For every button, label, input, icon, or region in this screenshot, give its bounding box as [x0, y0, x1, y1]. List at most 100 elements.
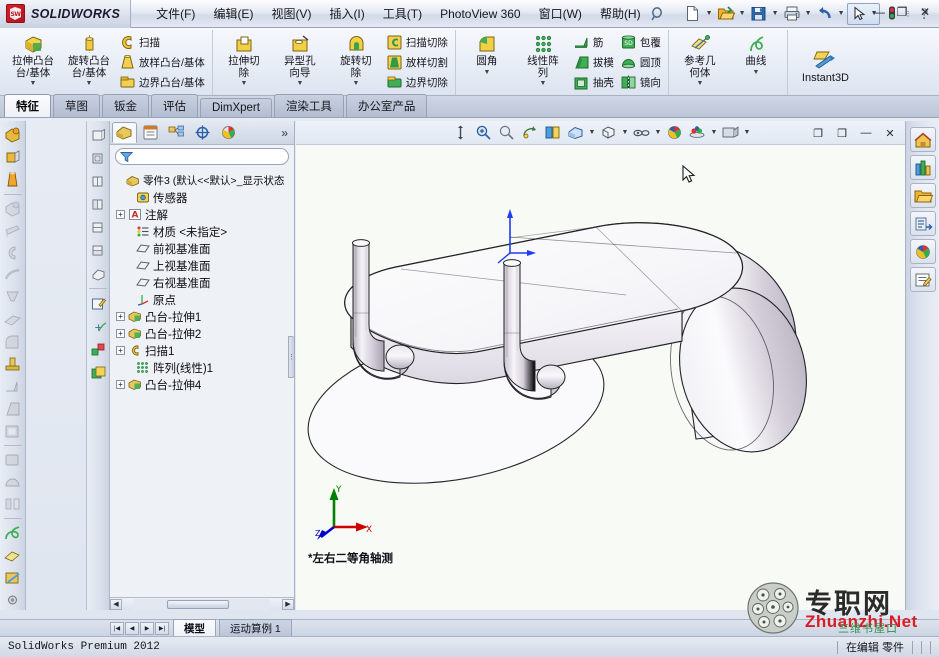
- reference-geometry-dropdown[interactable]: ▼: [696, 80, 703, 87]
- curves-dropdown[interactable]: ▼: [752, 69, 759, 76]
- mirror[interactable]: 镜向: [618, 72, 665, 92]
- extruded-cut-dropdown[interactable]: ▼: [240, 80, 247, 87]
- graphics-viewport[interactable]: ▼ ▼ ▼ ▼ ▼ ❐ ❒ — ✕ Y X Z *左右二等角轴测: [296, 121, 905, 610]
- swept-boss-base[interactable]: 扫描: [117, 32, 209, 52]
- menu-view[interactable]: 视图(V): [262, 1, 320, 26]
- tree-item-right-plane[interactable]: 右视基准面: [114, 274, 294, 291]
- new-document-icon[interactable]: [682, 3, 704, 25]
- side-dome-icon[interactable]: [2, 472, 24, 492]
- panel-resize-grip[interactable]: ⋮: [288, 336, 295, 378]
- fillet-dropdown[interactable]: ▼: [483, 69, 490, 76]
- tab-render-tools[interactable]: 渲染工具: [273, 94, 344, 117]
- select-arrow-icon[interactable]: [848, 3, 870, 25]
- revolved-cut[interactable]: 旋转切 除 ▼: [328, 30, 384, 87]
- revolved-boss-base[interactable]: 旋转凸台 台/基体 ▼: [61, 30, 117, 87]
- sketch-plane-icon[interactable]: [87, 362, 109, 383]
- lofted-cut[interactable]: 放样切割: [384, 52, 452, 72]
- minimize-doc-icon[interactable]: —: [855, 123, 877, 143]
- shell[interactable]: 抽壳: [571, 72, 618, 92]
- tab-office-products[interactable]: 办公室产品: [345, 94, 428, 117]
- tab-display-manager[interactable]: [216, 122, 241, 143]
- instant3d[interactable]: Instant3D: [802, 43, 849, 84]
- nav-next[interactable]: ▶: [140, 621, 154, 635]
- task-pane-file-explorer[interactable]: [909, 183, 936, 208]
- tree-item-sensors[interactable]: 传感器: [114, 189, 294, 206]
- section-view-icon[interactable]: [542, 123, 564, 143]
- new-document-dropdown[interactable]: ▼: [705, 10, 714, 17]
- hole-wizard-dropdown[interactable]: ▼: [296, 80, 303, 87]
- menu-edit[interactable]: 编辑(E): [204, 1, 262, 26]
- 3d-sketch-icon[interactable]: [87, 339, 109, 360]
- tree-item-origin[interactable]: 原点: [114, 291, 294, 308]
- extruded-cut[interactable]: 拉伸切 除 ▼: [216, 30, 272, 87]
- hscroll-track[interactable]: [134, 598, 270, 610]
- view-bottom-icon[interactable]: [87, 240, 109, 261]
- bottom-tab-model[interactable]: 模型: [173, 619, 216, 637]
- tree-item-material[interactable]: 材质 <未指定>: [114, 223, 294, 240]
- scene-icon[interactable]: [687, 123, 709, 143]
- tree-expand-sweep1[interactable]: +: [116, 346, 125, 355]
- nav-prev[interactable]: ◀: [125, 621, 139, 635]
- tab-configuration-manager[interactable]: [164, 122, 189, 143]
- menu-tools[interactable]: 工具(T): [374, 1, 431, 26]
- hscroll-thumb[interactable]: [166, 599, 230, 609]
- side-reference-icon[interactable]: [2, 546, 24, 566]
- scene-dropdown[interactable]: ▼: [710, 129, 719, 136]
- undo-dropdown[interactable]: ▼: [837, 10, 846, 17]
- tree-item-boss-extrude4[interactable]: + 凸台-拉伸4: [114, 376, 294, 393]
- appearance-icon[interactable]: [664, 123, 686, 143]
- view-orientation-icon[interactable]: [565, 123, 587, 143]
- task-pane-appearances[interactable]: [909, 239, 936, 264]
- tab-evaluate[interactable]: 评估: [151, 94, 198, 117]
- view-settings-dropdown[interactable]: ▼: [743, 129, 752, 136]
- revolved-boss-dropdown[interactable]: ▼: [86, 80, 93, 87]
- tree-item-part3[interactable]: 零件3 (默认<<默认>_显示状态: [114, 172, 294, 189]
- task-pane-custom[interactable]: [909, 267, 936, 292]
- extruded-boss-base[interactable]: 拉伸凸台 台/基体 ▼: [5, 30, 61, 87]
- tab-feature-tree[interactable]: [112, 122, 137, 143]
- view-settings-icon[interactable]: [720, 123, 742, 143]
- tree-item-sweep1[interactable]: + 扫描1: [114, 342, 294, 359]
- side-settings-icon[interactable]: [2, 590, 24, 610]
- sketch-edit-icon[interactable]: [87, 293, 109, 314]
- boundary-boss-base[interactable]: 边界凸台/基体: [117, 72, 209, 92]
- tree-item-top-plane[interactable]: 上视基准面: [114, 257, 294, 274]
- menu-file[interactable]: 文件(F): [147, 1, 204, 26]
- side-curve-icon[interactable]: [2, 523, 24, 543]
- view-top-icon[interactable]: [87, 217, 109, 238]
- tree-item-front-plane[interactable]: 前视基准面: [114, 240, 294, 257]
- menu-help[interactable]: 帮助(H): [591, 1, 650, 26]
- rib[interactable]: 筋: [571, 32, 618, 52]
- side-sweep-boss-icon[interactable]: [2, 169, 24, 189]
- open-document-icon[interactable]: [715, 3, 737, 25]
- menu-photoview[interactable]: PhotoView 360: [431, 3, 530, 25]
- close-doc-icon[interactable]: ✕: [879, 123, 901, 143]
- hscroll-left-arrow[interactable]: ◀: [110, 598, 122, 610]
- tile-doc-icon[interactable]: ❒: [831, 123, 853, 143]
- side-hole-wizard-icon[interactable]: [2, 221, 24, 241]
- feature-tree-hscrollbar[interactable]: ◀ ▶: [110, 597, 294, 610]
- print-document-icon[interactable]: [781, 3, 803, 25]
- side-sweep-cut-icon[interactable]: [2, 265, 24, 285]
- bottom-tab-motion-study[interactable]: 运动算例 1: [219, 619, 292, 637]
- view-isometric-icon[interactable]: [87, 263, 109, 284]
- tree-item-boss-extrude2[interactable]: + 凸台-拉伸2: [114, 325, 294, 342]
- nav-last[interactable]: ▶|: [155, 621, 169, 635]
- task-pane-search[interactable]: [909, 211, 936, 236]
- display-style-dropdown[interactable]: ▼: [621, 129, 630, 136]
- nav-first[interactable]: |◀: [110, 621, 124, 635]
- tab-sheetmetal[interactable]: 钣金: [102, 94, 149, 117]
- reference-geometry[interactable]: 参考几 何体 ▼: [672, 30, 728, 87]
- curves[interactable]: 曲线 ▼: [728, 30, 784, 76]
- maximize-window-icon[interactable]: ❐: [892, 3, 912, 21]
- side-linear-pattern-icon[interactable]: [2, 354, 24, 374]
- side-shell-icon[interactable]: [2, 421, 24, 441]
- lofted-boss-base[interactable]: 放样凸台/基体: [117, 52, 209, 72]
- task-pane-design-library[interactable]: [909, 155, 936, 180]
- tree-item-boss-extrude1[interactable]: + 凸台-拉伸1: [114, 308, 294, 325]
- tree-expand-boss-extrude2[interactable]: +: [116, 329, 125, 338]
- side-fillet-icon[interactable]: [2, 332, 24, 352]
- side-extrude-cut-icon[interactable]: [2, 199, 24, 219]
- hide-show-icon[interactable]: [631, 123, 653, 143]
- hole-wizard[interactable]: 异型孔 向导 ▼: [272, 30, 328, 87]
